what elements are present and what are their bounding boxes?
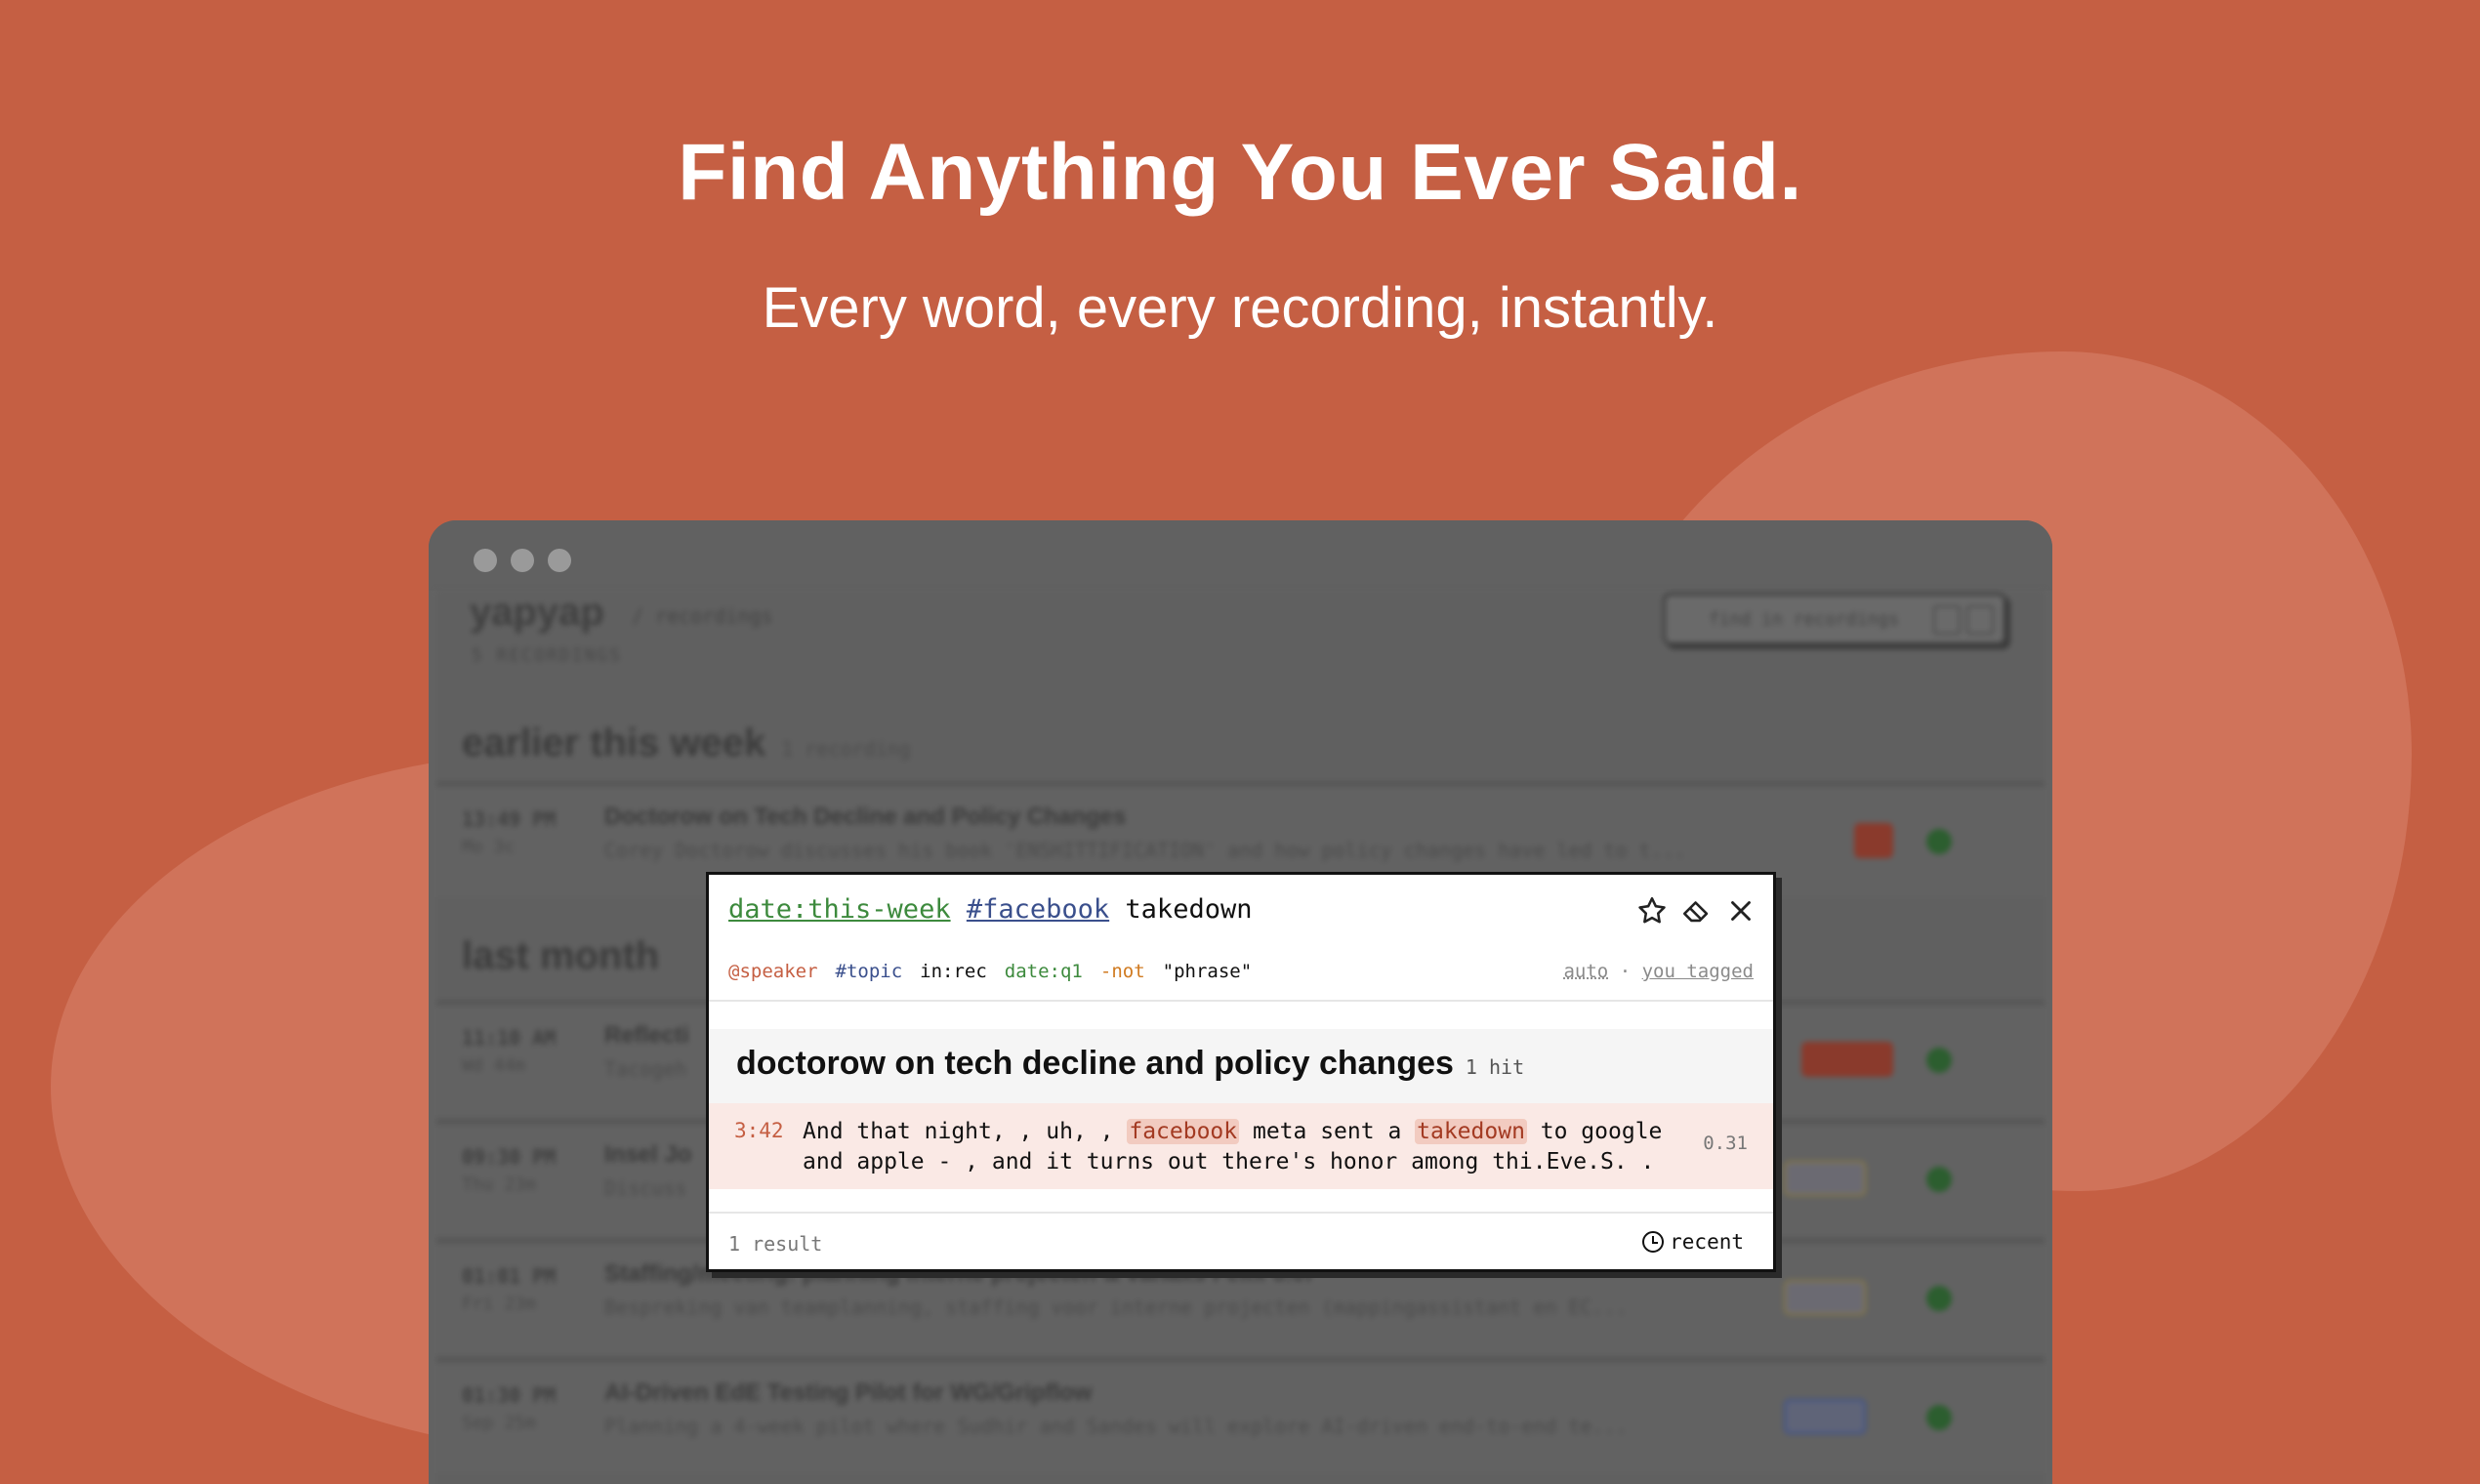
match-transcript: And that night, , uh, , facebook meta se… xyxy=(803,1117,1681,1177)
match-score: 0.31 xyxy=(1703,1133,1748,1154)
result-count: 1 result xyxy=(728,1232,823,1256)
row-snippet: Corey Doctorow discusses his book 'ENSHI… xyxy=(604,839,1686,862)
filter-you-tagged[interactable]: you tagged xyxy=(1642,961,1754,982)
section-heading: earlier this week 1 recording xyxy=(462,721,911,765)
row-status-dot xyxy=(1926,1286,1952,1311)
row-tag-badge xyxy=(1801,1042,1893,1077)
row-snippet: Discuss xyxy=(604,1176,687,1200)
row-date: Thu 23m xyxy=(462,1175,536,1195)
section-heading: last month xyxy=(462,934,659,978)
row-speaker-badges xyxy=(1784,1280,1866,1315)
hint-phrase[interactable]: "phrase" xyxy=(1163,961,1253,982)
shortcut-key xyxy=(1966,605,1994,635)
hero-subtitle: Every word, every recording, instantly. xyxy=(762,276,1718,340)
search-result-group: doctorow on tech decline and policy chan… xyxy=(709,1029,1773,1189)
app-header: yapyap / recordings 5 RECORDINGS find in… xyxy=(436,591,2045,688)
row-snippet: Tacogeh xyxy=(604,1057,687,1081)
row-snippet: Planning a 4-week pilot where Sudhir and… xyxy=(604,1415,1628,1438)
section-label: earlier this week xyxy=(462,721,766,764)
result-hit-count: 1 hit xyxy=(1465,1055,1525,1079)
window-minimize-dot[interactable] xyxy=(511,549,534,572)
row-time: 01:30 PM xyxy=(462,1383,557,1407)
row-speaker-badges xyxy=(1784,1399,1866,1434)
query-text: takedown xyxy=(1125,894,1253,925)
divider xyxy=(709,1212,1773,1214)
window-zoom-dot[interactable] xyxy=(548,549,571,572)
window-close-dot[interactable] xyxy=(474,549,497,572)
divider xyxy=(709,1000,1773,1002)
row-status-dot xyxy=(1926,1167,1952,1192)
sort-toggle[interactable]: recent xyxy=(1642,1230,1744,1254)
match-highlight: takedown xyxy=(1415,1119,1527,1144)
row-title: Insel Jo xyxy=(604,1141,692,1168)
section-label: last month xyxy=(462,934,660,977)
recording-row[interactable]: 01:30 PM Sep 25m AI-Driven EdE Testing P… xyxy=(436,1358,2045,1473)
query-date-token[interactable]: date:this-week xyxy=(728,894,951,925)
row-time: 11:10 AM xyxy=(462,1026,557,1050)
sort-label: recent xyxy=(1670,1230,1744,1254)
row-title: AI-Driven EdE Testing Pilot for WG/Gripf… xyxy=(604,1380,1093,1406)
row-date: Mo 3c xyxy=(462,837,516,857)
section-count: 1 recording xyxy=(781,737,911,761)
query-tag-token[interactable]: #facebook xyxy=(967,894,1109,925)
find-in-recordings-button[interactable]: find in recordings xyxy=(1663,593,2006,645)
hint-speaker[interactable]: @speaker xyxy=(728,961,818,982)
row-speaker-badges xyxy=(1784,1161,1866,1196)
search-query-input[interactable]: date:this-week #facebook takedown xyxy=(728,894,1252,933)
filter-auto[interactable]: auto xyxy=(1563,961,1608,982)
result-recording-name: doctorow on tech decline and policy chan… xyxy=(736,1045,1454,1082)
row-snippet: Bespreking van teamplanning, staffing vo… xyxy=(604,1296,1628,1319)
match-highlight: facebook xyxy=(1127,1119,1240,1144)
tag-filter-legend: auto · you tagged xyxy=(1563,961,1754,982)
row-date: Sep 25m xyxy=(462,1413,536,1433)
filter-separator: · xyxy=(1619,961,1632,982)
search-syntax-hints: @speaker #topic in:rec date:q1 -not "phrase" xyxy=(728,961,1252,982)
app-logo: yapyap xyxy=(470,591,604,634)
clock-icon xyxy=(1642,1231,1665,1253)
match-text: meta sent a xyxy=(1239,1119,1416,1144)
row-title: Doctorow on Tech Decline and Policy Chan… xyxy=(604,804,1127,830)
row-time: 01:01 PM xyxy=(462,1264,557,1288)
row-time: 09:30 PM xyxy=(462,1145,557,1169)
hint-date[interactable]: date:q1 xyxy=(1005,961,1083,982)
close-icon[interactable] xyxy=(1724,894,1757,928)
hint-topic[interactable]: #topic xyxy=(836,961,903,982)
star-icon[interactable] xyxy=(1635,894,1669,928)
window-titlebar xyxy=(429,520,2052,591)
row-status-dot xyxy=(1926,1048,1952,1073)
find-label: find in recordings xyxy=(1709,609,1900,630)
shortcut-key xyxy=(1933,605,1961,635)
row-status-dot xyxy=(1926,1405,1952,1430)
row-date: Wd 44m xyxy=(462,1055,526,1076)
row-status-dot xyxy=(1926,829,1952,854)
breadcrumb[interactable]: / recordings xyxy=(632,604,773,628)
match-timestamp[interactable]: 3:42 xyxy=(734,1119,784,1142)
row-time: 13:49 PM xyxy=(462,807,557,831)
search-match-row[interactable]: 3:42 And that night, , uh, , facebook me… xyxy=(709,1103,1773,1189)
row-title: Reflecti xyxy=(604,1022,689,1049)
recordings-count: 5 RECORDINGS xyxy=(472,645,623,666)
hint-not[interactable]: -not xyxy=(1100,961,1145,982)
match-text: And that night, , uh, , xyxy=(803,1119,1128,1144)
result-title[interactable]: doctorow on tech decline and policy chan… xyxy=(736,1045,1524,1083)
row-tag-badge xyxy=(1854,823,1893,858)
eraser-icon[interactable] xyxy=(1680,894,1714,928)
hint-in[interactable]: in:rec xyxy=(920,961,987,982)
hero-title: Find Anything You Ever Said. xyxy=(678,128,1802,217)
search-palette: date:this-week #facebook takedown @speak… xyxy=(706,872,1776,1272)
row-date: Fri 23m xyxy=(462,1294,536,1314)
